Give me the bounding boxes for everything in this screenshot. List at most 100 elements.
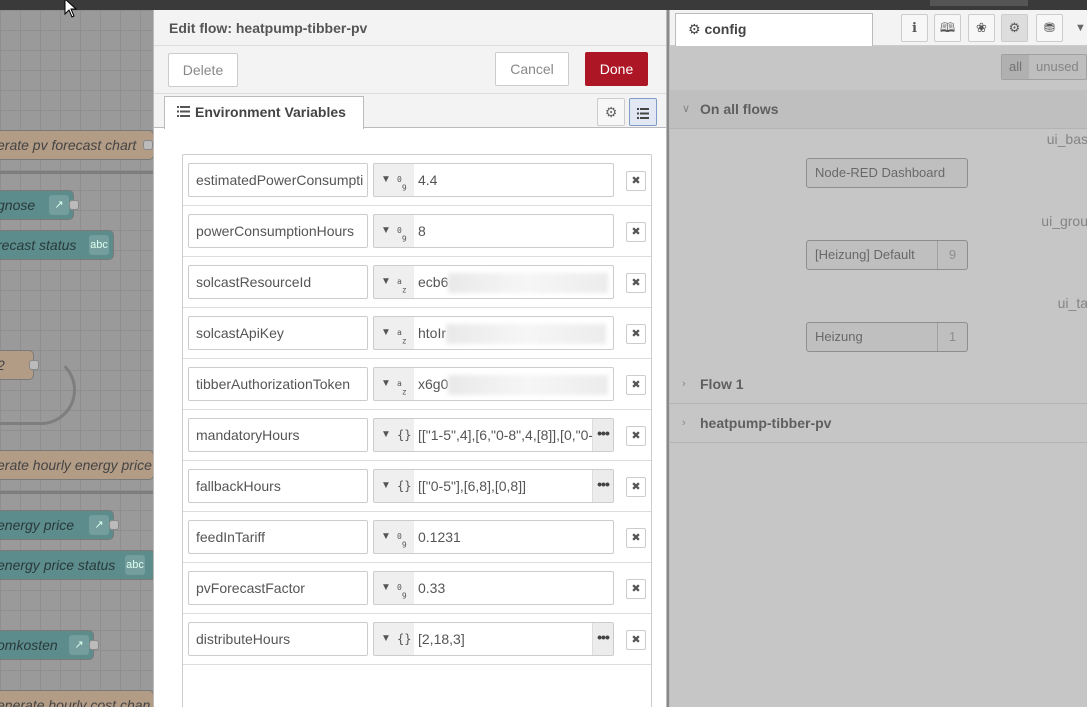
- database-icon: ⛃: [1044, 20, 1055, 35]
- canvas-node[interactable]: erate hourly energy price: [0, 450, 153, 480]
- env-var-name-input[interactable]: powerConsumptionHours: [188, 214, 368, 248]
- number-type-icon: 09: [397, 532, 407, 550]
- remove-row-button[interactable]: ✖: [626, 171, 646, 191]
- env-var-value: 8: [418, 223, 426, 239]
- env-var-type-select[interactable]: ▼ {}: [373, 622, 415, 656]
- canvas-node[interactable]: gnose ↗: [0, 190, 79, 220]
- env-var-type-select[interactable]: ▼ 09: [373, 571, 415, 605]
- config-node[interactable]: [Heizung] Default 9: [806, 240, 968, 270]
- env-var-type-select[interactable]: ▼ az: [373, 316, 415, 350]
- caret-down-icon: ▼: [381, 276, 391, 287]
- env-var-value-input[interactable]: 4.4: [414, 163, 614, 197]
- tab-environment-variables[interactable]: Environment Variables: [164, 96, 364, 129]
- env-var-name-input[interactable]: estimatedPowerConsumpti: [188, 163, 368, 197]
- config-node[interactable]: Node-RED Dashboard: [806, 158, 968, 188]
- canvas-node[interactable]: energy price ↗: [0, 510, 119, 540]
- info-icon: i: [912, 21, 917, 36]
- config-tab-button[interactable]: ⚙: [1001, 14, 1028, 42]
- string-type-icon: az: [397, 277, 407, 295]
- remove-row-button[interactable]: ✖: [626, 630, 646, 650]
- canvas-node[interactable]: omkosten ↗: [0, 630, 99, 660]
- info-tab-button[interactable]: i: [901, 14, 928, 42]
- section-heatpump-tibber-pv[interactable]: › heatpump-tibber-pv: [670, 404, 1087, 443]
- canvas-node[interactable]: enerate hourly cost chan: [0, 690, 153, 707]
- expand-editor-button[interactable]: •••: [592, 419, 613, 451]
- env-var-value-input[interactable]: ecb6: [414, 265, 614, 299]
- env-var-name-input[interactable]: pvForecastFactor: [188, 571, 368, 605]
- remove-row-button[interactable]: ✖: [626, 222, 646, 242]
- debug-tab-button[interactable]: ❀: [968, 14, 995, 42]
- expand-editor-button[interactable]: •••: [592, 623, 613, 655]
- filter-unused-button[interactable]: unused: [1029, 55, 1086, 79]
- caret-down-icon: ▼: [381, 531, 391, 542]
- section-all-flows[interactable]: ∨ On all flows: [670, 90, 1087, 129]
- canvas-node[interactable]: recast status abc: [0, 230, 114, 260]
- remove-row-button[interactable]: ✖: [626, 375, 646, 395]
- filter-all-button[interactable]: all: [1002, 55, 1030, 79]
- close-icon: ✖: [631, 226, 641, 238]
- env-vars-list[interactable]: estimatedPowerConsumpti ▼ 09 4.4 ✖ powerConsu…: [182, 154, 652, 707]
- tray-toolbar: Delete Cancel Done: [154, 46, 666, 94]
- node-port[interactable]: [109, 520, 119, 530]
- section-flow-1[interactable]: › Flow 1: [670, 365, 1087, 404]
- env-var-name-input[interactable]: tibberAuthorizationToken: [188, 367, 368, 401]
- env-var-value-input[interactable]: htoIr: [414, 316, 614, 350]
- redacted-value: [446, 324, 607, 345]
- config-node-label: [Heizung] Default: [815, 247, 915, 262]
- env-var-value-input[interactable]: 0.33: [414, 571, 614, 605]
- env-var-name-input[interactable]: fallbackHours: [188, 469, 368, 503]
- env-var-value-input[interactable]: x6g0: [414, 367, 614, 401]
- remove-row-button[interactable]: ✖: [626, 324, 646, 344]
- help-tab-button[interactable]: 🕮: [934, 14, 961, 42]
- remove-row-button[interactable]: ✖: [626, 426, 646, 446]
- workspace-canvas[interactable]: erate pv forecast chart gnose ↗ recast s…: [0, 10, 153, 707]
- canvas-node-label: erate hourly energy price: [0, 457, 152, 473]
- done-button[interactable]: Done: [585, 52, 648, 86]
- sidebar-tab-bar: ⚙ config i 🕮 ❀ ⚙ ⛃ ▼: [670, 10, 1087, 46]
- env-var-value: ecb6: [418, 274, 449, 290]
- category-label: ui_ta: [1057, 295, 1087, 311]
- node-port[interactable]: [69, 200, 79, 210]
- remove-row-button[interactable]: ✖: [626, 273, 646, 293]
- env-var-row: tibberAuthorizationToken ▼ az x6g0 ✖: [183, 359, 651, 410]
- chart-icon: ↗: [89, 515, 109, 535]
- context-tab-button[interactable]: ⛃: [1036, 14, 1063, 42]
- env-var-value-input[interactable]: 0.1231: [414, 520, 614, 554]
- env-var-type-select[interactable]: ▼ {}: [373, 418, 415, 452]
- env-var-name-input[interactable]: distributeHours: [188, 622, 368, 656]
- list-tab-button[interactable]: [629, 98, 657, 126]
- env-var-type-select[interactable]: ▼ az: [373, 265, 415, 299]
- cancel-button[interactable]: Cancel: [495, 52, 569, 86]
- remove-row-button[interactable]: ✖: [626, 477, 646, 497]
- header-tab[interactable]: [930, 0, 1028, 6]
- canvas-node[interactable]: energy price status abc: [0, 550, 153, 580]
- env-var-type-select[interactable]: ▼ az: [373, 367, 415, 401]
- caret-down-icon: ▼: [381, 174, 391, 185]
- settings-tab-button[interactable]: ⚙: [597, 98, 625, 126]
- canvas-node[interactable]: erate pv forecast chart: [0, 130, 153, 160]
- node-port[interactable]: [143, 140, 153, 150]
- env-var-name-input[interactable]: feedInTariff: [188, 520, 368, 554]
- delete-button[interactable]: Delete: [168, 53, 238, 87]
- env-var-type-select[interactable]: ▼ 09: [373, 163, 415, 197]
- expand-editor-button[interactable]: •••: [592, 470, 613, 502]
- chevron-down-icon[interactable]: ▼: [1075, 14, 1086, 42]
- env-var-value: 0.1231: [418, 529, 461, 545]
- env-var-name-input[interactable]: solcastApiKey: [188, 316, 368, 350]
- category-label: ui_bas: [1046, 131, 1087, 147]
- env-var-value-input[interactable]: [2,18,3]: [414, 622, 614, 656]
- env-var-value-input[interactable]: [["0-5"],[6,8],[0,8]]: [414, 469, 614, 503]
- env-var-type-select[interactable]: ▼ 09: [373, 520, 415, 554]
- env-var-value-input[interactable]: [["1-5",4],[6,"0-8",4,[8]],[0,"0-: [414, 418, 614, 452]
- remove-row-button[interactable]: ✖: [626, 528, 646, 548]
- node-port[interactable]: [89, 640, 99, 650]
- env-var-type-select[interactable]: ▼ 09: [373, 214, 415, 248]
- env-var-type-select[interactable]: ▼ {}: [373, 469, 415, 503]
- env-vars-panel: estimatedPowerConsumpti ▼ 09 4.4 ✖ powerConsu…: [154, 128, 666, 707]
- env-var-name-input[interactable]: mandatoryHours: [188, 418, 368, 452]
- tab-config[interactable]: ⚙ config: [675, 13, 873, 46]
- remove-row-button[interactable]: ✖: [626, 579, 646, 599]
- env-var-value-input[interactable]: 8: [414, 214, 614, 248]
- env-var-name-input[interactable]: solcastResourceId: [188, 265, 368, 299]
- config-node[interactable]: Heizung 1: [806, 322, 968, 352]
